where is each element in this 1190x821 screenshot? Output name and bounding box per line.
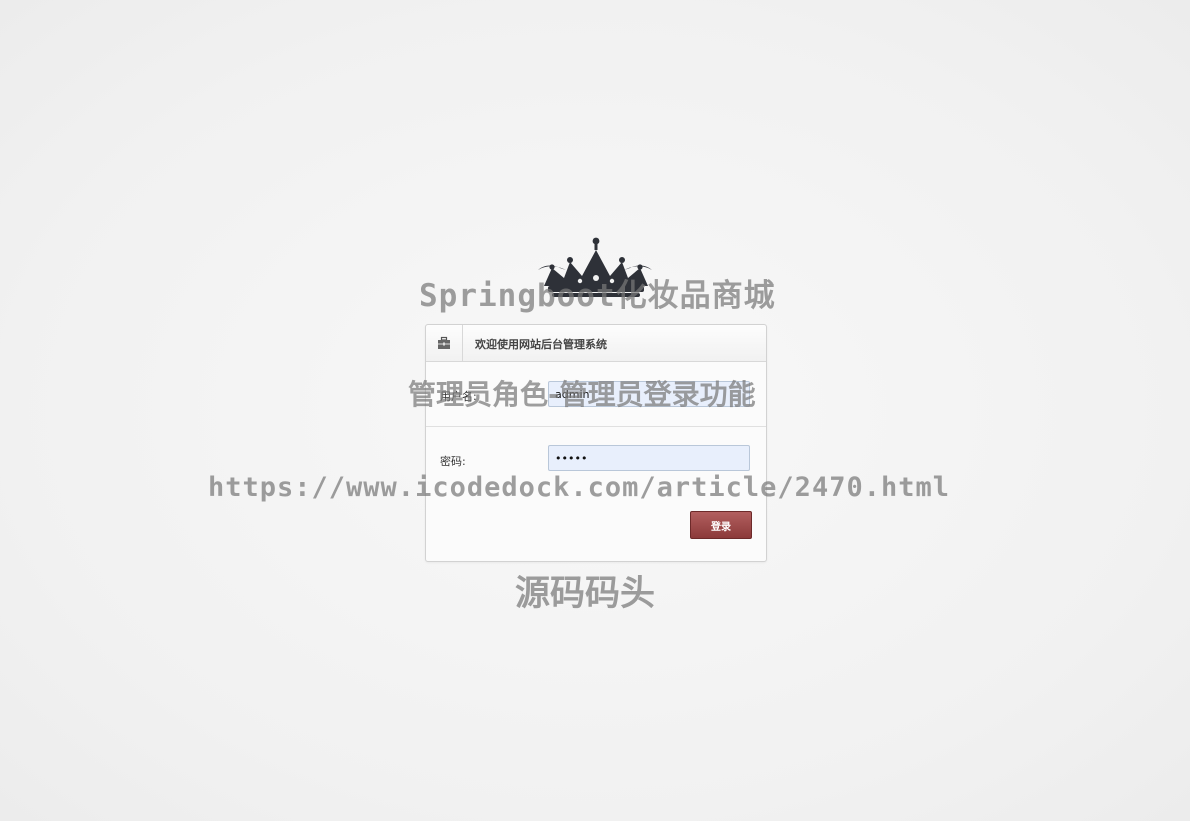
login-page: 欢迎使用网站后台管理系统 用户名: 密码: 登录 Springboot化妆品商城…	[0, 0, 1190, 821]
login-form: 欢迎使用网站后台管理系统 用户名: 密码: 登录	[425, 324, 767, 562]
password-row: 密码:	[426, 427, 766, 497]
watermark-brand: 源码码头	[515, 574, 656, 614]
crown-icon	[538, 237, 652, 297]
header-icon-cell	[426, 325, 463, 361]
password-label: 密码:	[440, 455, 466, 468]
header-title: 欢迎使用网站后台管理系统	[475, 338, 607, 351]
password-input[interactable]	[548, 445, 750, 471]
username-input[interactable]	[548, 381, 750, 407]
username-label: 用户名:	[440, 390, 477, 403]
briefcase-icon	[438, 336, 450, 349]
username-row: 用户名:	[426, 362, 766, 427]
login-header: 欢迎使用网站后台管理系统	[426, 325, 766, 362]
login-button[interactable]: 登录	[690, 511, 752, 539]
